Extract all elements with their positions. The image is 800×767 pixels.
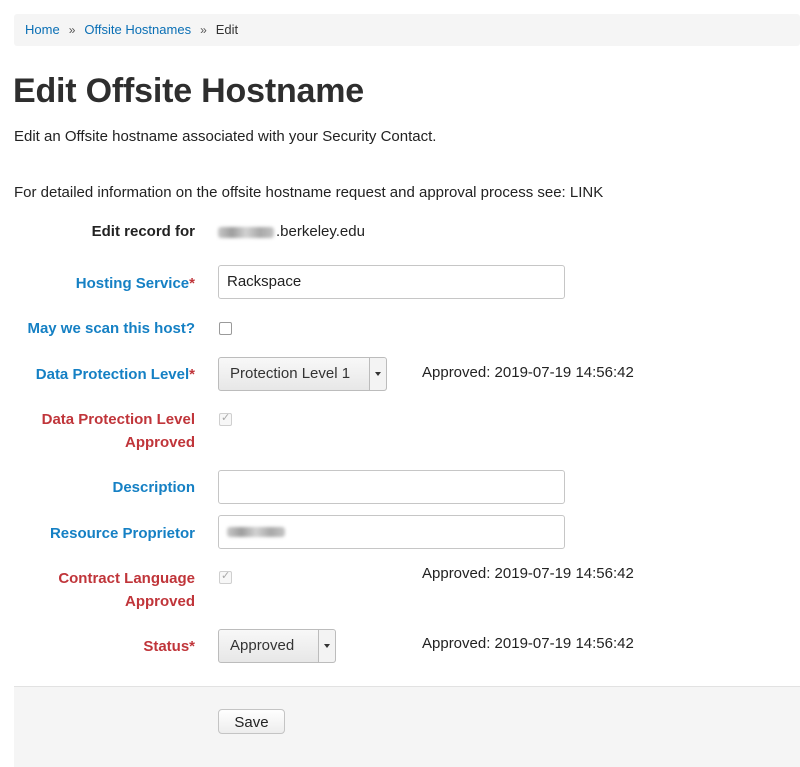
breadcrumb-separator: » xyxy=(68,23,76,37)
hosting-service-label: Hosting Service* xyxy=(75,275,195,292)
record-hostname: .berkeley.edu xyxy=(218,220,365,243)
save-button[interactable]: Save xyxy=(218,709,285,734)
resource-proprietor-label: Resource Proprietor xyxy=(49,525,195,542)
redacted-proprietor xyxy=(227,527,285,538)
protection-level-value: Protection Level 1 xyxy=(230,365,351,382)
required-mark: * xyxy=(189,366,195,383)
breadcrumb-separator: » xyxy=(200,23,207,37)
page-info: For detailed information on the offsite … xyxy=(14,184,604,201)
protection-level-approved-timestamp: Approved: 2019-07-19 14:56:42 xyxy=(422,364,634,381)
status-label: Status* xyxy=(143,638,195,655)
breadcrumb: Home » Offsite Hostnames » Edit xyxy=(14,14,800,46)
form-actions-bar xyxy=(14,686,800,767)
check-icon: ✓ xyxy=(221,570,231,582)
resource-proprietor-input[interactable] xyxy=(218,515,565,549)
protection-level-label: Data Protection Level* xyxy=(35,366,195,383)
scan-host-checkbox[interactable] xyxy=(219,322,232,335)
status-select[interactable]: Approved xyxy=(218,629,336,663)
contract-language-approved-timestamp: Approved: 2019-07-19 14:56:42 xyxy=(422,565,634,582)
protection-level-approved-checkbox: ✓ xyxy=(219,412,232,426)
protection-level-select[interactable]: Protection Level 1 xyxy=(218,357,387,391)
description-input[interactable] xyxy=(218,470,565,504)
page-title: Edit Offsite Hostname xyxy=(13,72,364,110)
hosting-service-input[interactable]: Rackspace xyxy=(218,265,565,299)
breadcrumb-home-link[interactable]: Home xyxy=(25,22,60,37)
required-mark: * xyxy=(189,638,195,655)
contract-language-approved-label: Contract Language Approved xyxy=(58,570,195,610)
protection-level-approved-label: Data Protection Level Approved xyxy=(41,411,195,451)
record-label: Edit record for xyxy=(91,223,195,240)
check-icon: ✓ xyxy=(221,412,231,424)
description-label: Description xyxy=(112,479,195,496)
breadcrumb-current: Edit xyxy=(215,22,239,37)
breadcrumb-offsite-hostnames-link[interactable]: Offsite Hostnames xyxy=(84,22,191,37)
page-intro: Edit an Offsite hostname associated with… xyxy=(14,128,437,145)
scan-host-label: May we scan this host? xyxy=(27,320,195,337)
chevron-down-icon[interactable] xyxy=(369,358,386,390)
required-mark: * xyxy=(189,275,195,292)
hostname-domain: .berkeley.edu xyxy=(276,223,365,240)
status-approved-timestamp: Approved: 2019-07-19 14:56:42 xyxy=(422,635,634,652)
redacted-hostname xyxy=(218,226,274,238)
chevron-down-icon[interactable] xyxy=(318,630,335,662)
status-value: Approved xyxy=(230,637,295,654)
contract-language-approved-checkbox: ✓ xyxy=(219,570,232,584)
